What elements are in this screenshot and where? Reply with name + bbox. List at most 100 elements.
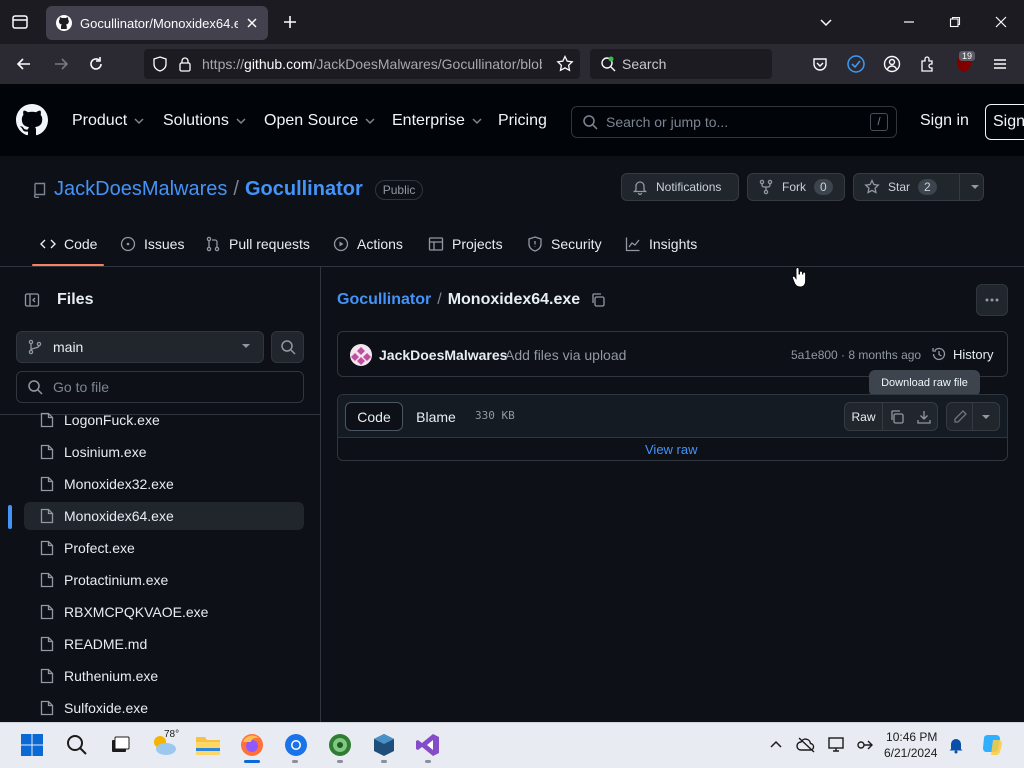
back-icon[interactable]	[12, 52, 36, 76]
system-clock[interactable]: 10:46 PM 6/21/2024	[884, 729, 937, 761]
forward-icon[interactable]	[49, 52, 73, 76]
history-icon	[931, 346, 947, 362]
search-icon[interactable]	[61, 729, 93, 761]
tab-code[interactable]: Code	[40, 236, 97, 252]
sign-up-button[interactable]: Sign	[985, 104, 1024, 140]
chevron-down-icon[interactable]	[814, 10, 838, 34]
blame-view-toggle[interactable]: Blame	[405, 402, 467, 431]
github-logo-icon[interactable]	[16, 104, 48, 136]
close-tab-icon[interactable]	[246, 17, 258, 29]
file-item[interactable]: Protactinium.exe	[24, 566, 304, 594]
github-search-input[interactable]: Search or jump to... /	[571, 106, 897, 138]
star-dropdown-caret-icon[interactable]	[958, 173, 980, 201]
minimize-icon[interactable]	[897, 10, 921, 34]
tab-insights[interactable]: Insights	[625, 236, 697, 252]
tab-security[interactable]: Security	[527, 236, 602, 252]
caret-down-icon[interactable]	[973, 403, 999, 430]
fork-button[interactable]: Fork 0	[747, 173, 845, 201]
file-name: Monoxidex32.exe	[64, 476, 174, 492]
download-icon[interactable]	[910, 403, 937, 430]
notifications-button[interactable]: Notifications	[621, 173, 739, 201]
account-icon[interactable]	[880, 52, 904, 76]
copy-raw-icon[interactable]	[883, 403, 910, 430]
more-options-button[interactable]	[976, 284, 1008, 316]
search-files-button[interactable]	[271, 331, 304, 363]
star-button[interactable]: Star 2	[853, 173, 984, 201]
file-item[interactable]: Sulfoxide.exe	[24, 694, 304, 722]
globe-app-icon[interactable]	[324, 729, 356, 761]
file-icon	[40, 572, 54, 588]
tab-pull-requests[interactable]: Pull requests	[205, 236, 310, 252]
notification-bell-icon[interactable]	[940, 729, 972, 761]
file-item-selected[interactable]: Monoxidex64.exe	[24, 502, 304, 530]
browser-search-box[interactable]: Search	[590, 49, 772, 79]
chevron-down-icon	[471, 115, 483, 127]
shield-icon[interactable]	[152, 56, 168, 72]
file-explorer-icon[interactable]	[192, 729, 224, 761]
file-name: Monoxidex64.exe	[64, 508, 174, 524]
branch-selector[interactable]: main	[16, 331, 264, 363]
pocket-icon[interactable]	[808, 52, 832, 76]
tab-list-icon[interactable]	[8, 10, 32, 34]
nav-enterprise[interactable]: Enterprise	[392, 112, 483, 130]
chevron-up-icon[interactable]	[760, 729, 792, 761]
sign-in-link[interactable]: Sign in	[920, 112, 969, 130]
file-name: README.md	[64, 636, 148, 652]
file-item[interactable]: Profect.exe	[24, 534, 304, 562]
file-item[interactable]: RBXMCPQKVAOE.exe	[24, 598, 304, 626]
breadcrumb-separator: /	[437, 291, 442, 308]
commit-message[interactable]: Add files via upload	[505, 347, 626, 363]
url-bar[interactable]: https://github.com/JackDoesMalwares/Gocu…	[144, 49, 580, 79]
nav-product[interactable]: Product	[72, 112, 145, 130]
cloud-offline-icon[interactable]	[790, 729, 822, 761]
file-item[interactable]: LogonFuck.exe	[24, 406, 304, 434]
windows-start-icon[interactable]	[16, 729, 48, 761]
code-view-toggle[interactable]: Code	[345, 402, 403, 431]
caret-down-icon	[241, 341, 251, 351]
copilot-icon[interactable]	[976, 729, 1008, 761]
virtualbox-icon[interactable]	[368, 729, 400, 761]
visual-studio-icon[interactable]	[412, 729, 444, 761]
tab-projects[interactable]: Projects	[428, 236, 503, 252]
tab-actions[interactable]: Actions	[333, 236, 403, 252]
chevron-down-icon	[364, 115, 376, 127]
copy-path-icon[interactable]	[590, 292, 606, 308]
repo-owner-link[interactable]: JackDoesMalwares	[54, 178, 227, 201]
nav-open-source-label: Open Source	[264, 112, 359, 129]
raw-button[interactable]: Raw	[845, 403, 883, 430]
nav-open-source[interactable]: Open Source	[264, 112, 376, 130]
browser-tab-active[interactable]: Gocullinator/Monoxidex64.exe	[46, 6, 268, 40]
tab-issues[interactable]: Issues	[120, 236, 184, 252]
new-tab-icon[interactable]	[278, 10, 302, 34]
file-item[interactable]: Ruthenium.exe	[24, 662, 304, 690]
repo-name-link[interactable]: Gocullinator	[245, 178, 363, 201]
lock-icon[interactable]	[178, 56, 192, 72]
avatar[interactable]	[350, 344, 372, 366]
restore-icon[interactable]	[943, 10, 967, 34]
hamburger-menu-icon[interactable]	[988, 52, 1012, 76]
network-icon[interactable]	[849, 729, 881, 761]
extensions-puzzle-icon[interactable]	[916, 52, 940, 76]
breadcrumb-repo-link[interactable]: Gocullinator	[337, 291, 431, 309]
close-window-icon[interactable]	[989, 10, 1013, 34]
go-to-file-input[interactable]: Go to file	[16, 371, 304, 403]
file-item[interactable]: Losinium.exe	[24, 438, 304, 466]
pencil-icon[interactable]	[947, 403, 974, 430]
search-engine-icon	[600, 56, 616, 72]
view-raw-link[interactable]: View raw	[645, 442, 698, 457]
nav-pricing[interactable]: Pricing	[498, 112, 547, 130]
history-button[interactable]: History	[931, 346, 993, 362]
commit-sha-and-age[interactable]: 5a1e800 · 8 months ago	[791, 348, 921, 362]
file-item[interactable]: README.md	[24, 630, 304, 658]
firefox-icon[interactable]	[236, 729, 268, 761]
nav-solutions[interactable]: Solutions	[163, 112, 247, 130]
go-to-file-placeholder: Go to file	[53, 379, 110, 395]
bookmark-star-icon[interactable]	[553, 52, 577, 76]
file-item[interactable]: Monoxidex32.exe	[24, 470, 304, 498]
reload-icon[interactable]	[84, 52, 108, 76]
collapse-sidebar-icon[interactable]	[16, 284, 48, 316]
checkmark-extension-icon[interactable]	[844, 52, 868, 76]
chrome-icon[interactable]	[280, 729, 312, 761]
task-view-icon[interactable]	[103, 729, 135, 761]
commit-author-link[interactable]: JackDoesMalwares	[379, 347, 507, 363]
